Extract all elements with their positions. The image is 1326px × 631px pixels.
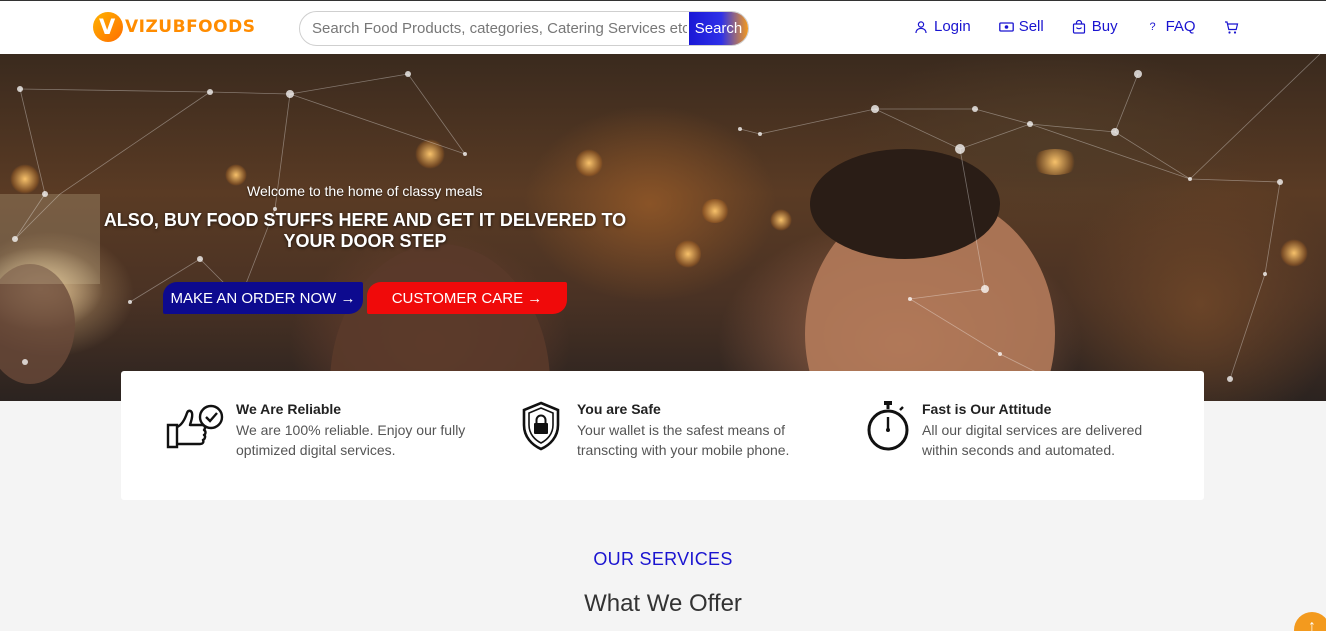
- feature-fast: Fast is Our Attitude All our digital ser…: [866, 401, 1152, 460]
- shield-lock-icon: [521, 401, 567, 453]
- main-nav: Login Sell Buy ? FAQ: [914, 18, 1266, 35]
- nav-buy[interactable]: Buy: [1072, 18, 1118, 35]
- nav-faq-label: FAQ: [1165, 18, 1196, 35]
- stopwatch-icon: [866, 401, 912, 453]
- search-bar: Search: [299, 11, 749, 46]
- hero-title: ALSO, BUY FOOD STUFFS HERE AND GET IT DE…: [103, 210, 627, 251]
- feature-title: Fast is Our Attitude: [922, 401, 1052, 417]
- services-title: What We Offer: [584, 590, 742, 617]
- cart-icon: [1224, 20, 1238, 34]
- hero-banner: Welcome to the home of classy meals ALSO…: [0, 54, 1326, 401]
- nav-sell[interactable]: Sell: [998, 18, 1044, 35]
- logo-text: VIZUBFOODS: [125, 17, 256, 37]
- feature-reliable: We Are Reliable We are 100% reliable. En…: [166, 401, 466, 460]
- thumbs-up-check-icon: [166, 401, 226, 453]
- feature-safe: You are Safe Your wallet is the safest m…: [521, 401, 807, 460]
- logo[interactable]: VIZUBFOODS: [93, 12, 255, 42]
- services-label: OUR SERVICES: [593, 549, 733, 569]
- user-icon: [914, 20, 928, 34]
- feature-text: All our digital services are delivered w…: [922, 422, 1143, 458]
- search-input[interactable]: [312, 12, 687, 45]
- customer-care-button[interactable]: CUSTOMER CARE →: [367, 282, 567, 314]
- feature-text: We are 100% reliable. Enjoy our fully op…: [236, 422, 466, 458]
- feature-title: You are Safe: [577, 401, 661, 417]
- features-card: We Are Reliable We are 100% reliable. En…: [121, 371, 1204, 500]
- nav-faq[interactable]: ? FAQ: [1146, 18, 1196, 35]
- site-header: VIZUBFOODS Search Login Sell Buy ? FAQ: [0, 1, 1326, 54]
- make-order-button[interactable]: MAKE AN ORDER NOW →: [163, 282, 363, 314]
- logo-icon: [93, 12, 123, 42]
- feature-text: Your wallet is the safest means of trans…: [577, 422, 790, 458]
- cash-icon: [998, 20, 1014, 34]
- nav-login[interactable]: Login: [914, 18, 971, 35]
- nav-login-label: Login: [934, 18, 971, 35]
- shopping-bag-icon: [1072, 19, 1086, 34]
- feature-title: We Are Reliable: [236, 401, 342, 417]
- nav-buy-label: Buy: [1091, 18, 1118, 35]
- nav-sell-label: Sell: [1018, 18, 1044, 35]
- hero-subtitle: Welcome to the home of classy meals: [247, 183, 483, 199]
- question-icon: ?: [1149, 20, 1156, 33]
- search-button[interactable]: Search: [689, 12, 748, 45]
- nav-cart[interactable]: [1224, 20, 1238, 34]
